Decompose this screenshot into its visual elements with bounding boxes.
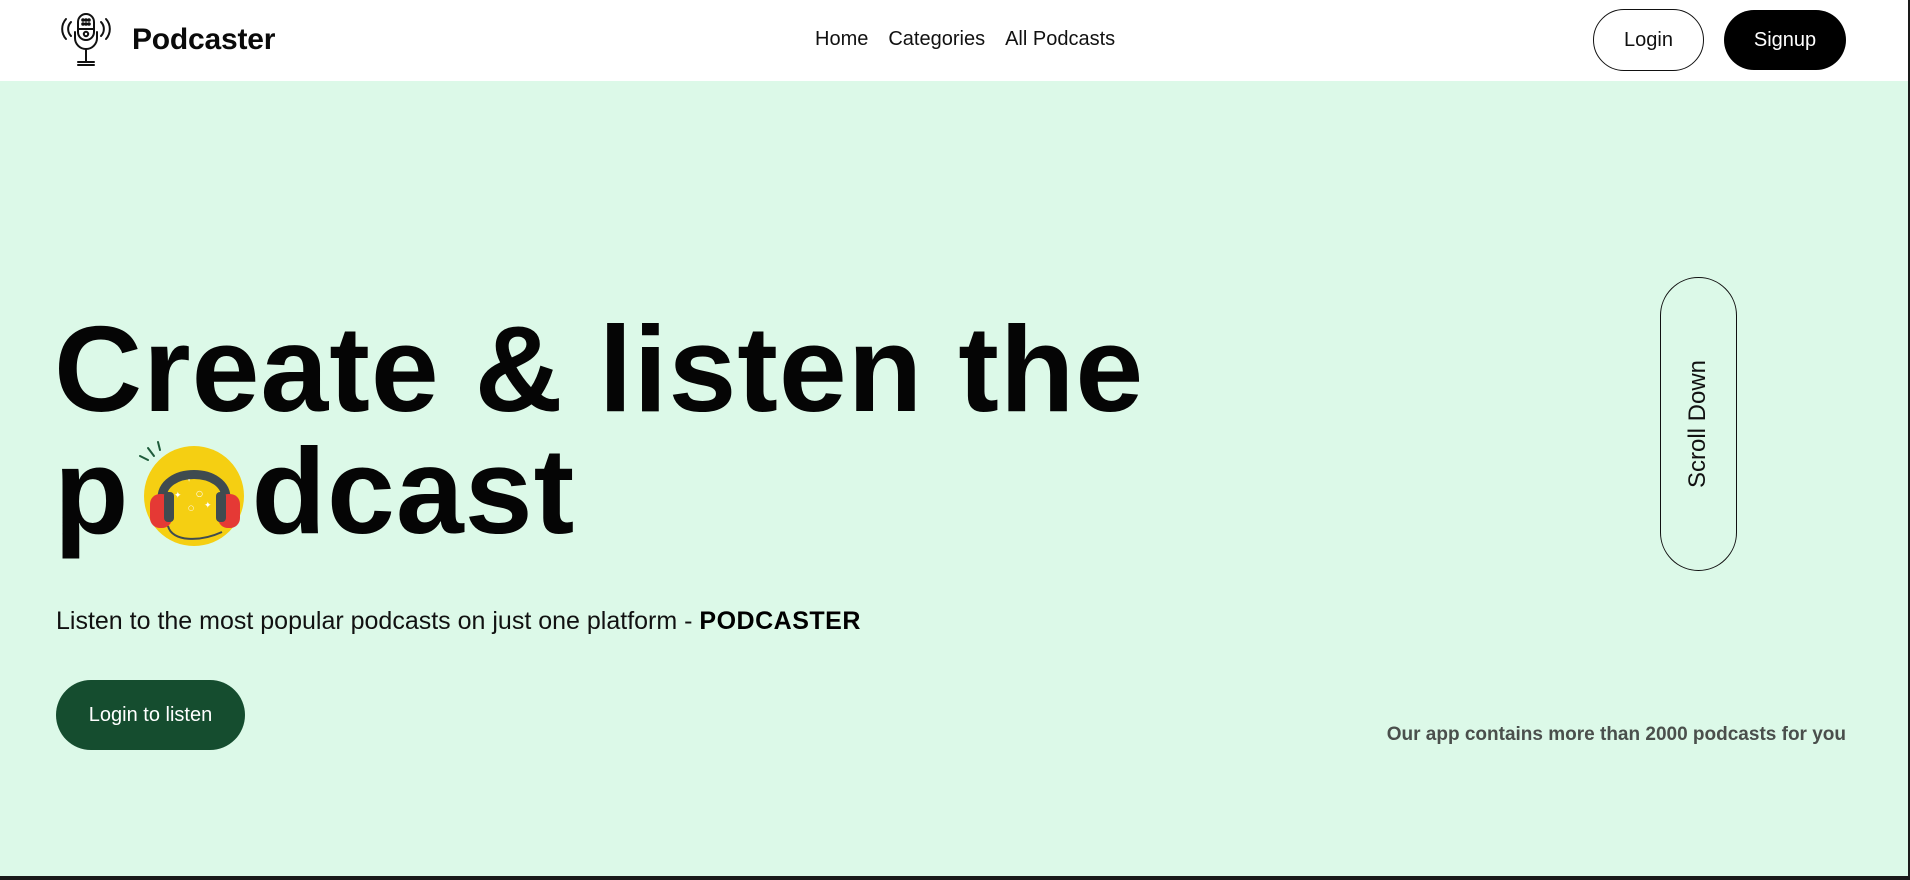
brand-logo[interactable]: Podcaster [56,10,275,70]
svg-text:○: ○ [188,504,195,512]
hero-title-part-before: p [54,423,130,559]
hero-title-line-1: Create & listen the [54,301,1145,437]
podcast-count-text: Our app contains more than 2000 podcasts… [1386,724,1846,745]
nav-link-categories[interactable]: Categories [888,28,985,51]
svg-text:✦: ✦ [174,491,183,501]
scroll-down-label: Scroll Down [1684,359,1712,489]
nav-link-home[interactable]: Home [815,28,868,51]
brand-name: Podcaster [132,23,276,56]
main-nav: Home Categories All Podcasts [815,28,1115,51]
hero-subtitle-brand: PODCASTER [699,607,861,635]
page-frame: Podcaster Home Categories All Podcasts L… [0,0,1908,876]
signup-button[interactable]: Signup [1724,10,1846,70]
microphone-icon [61,13,111,66]
headphones-icon: ✦ ○ ✦ ✦ ○ [136,438,246,548]
hero-subtitle: Listen to the most popular podcasts on j… [56,607,861,636]
hero-subtitle-text: Listen to the most popular podcasts on j… [56,607,700,635]
svg-text:✦: ✦ [204,501,213,511]
navbar: Podcaster Home Categories All Podcasts L… [0,0,1908,81]
hero-title-line-2: p ✦ ○ ✦ ✦ ○ dcast [54,430,1144,552]
login-button[interactable]: Login [1593,9,1704,71]
svg-text:○: ○ [196,489,204,498]
nav-link-all-podcasts[interactable]: All Podcasts [1005,28,1115,51]
scroll-down-button[interactable]: Scroll Down [1660,277,1737,571]
login-to-listen-button[interactable]: Login to listen [56,680,245,750]
hero-title: Create & listen the p ✦ ○ ✦ ✦ ○ dcast [54,308,1144,552]
hero-title-part-after: dcast [251,423,576,559]
